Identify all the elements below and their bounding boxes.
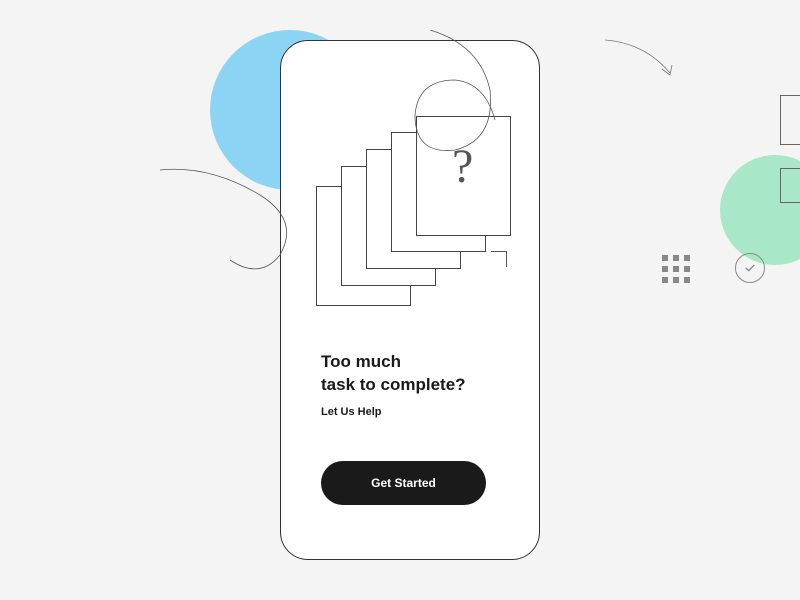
checkmark-circle-icon [735,253,765,283]
dots-grid-icon [662,255,690,283]
scribble-loop-icon [400,30,530,170]
get-started-button[interactable]: Get Started [321,461,486,505]
wireframe-box [780,95,800,145]
onboarding-subheading: Let Us Help [321,406,382,418]
arrow-icon [600,35,700,90]
wireframe-box [780,168,800,203]
scribble-left-icon [150,160,350,280]
onboarding-heading: Too much task to complete? [321,351,466,397]
corner-mark-icon [491,251,507,267]
heading-line-1: Too much [321,352,401,371]
heading-line-2: task to complete? [321,375,466,394]
